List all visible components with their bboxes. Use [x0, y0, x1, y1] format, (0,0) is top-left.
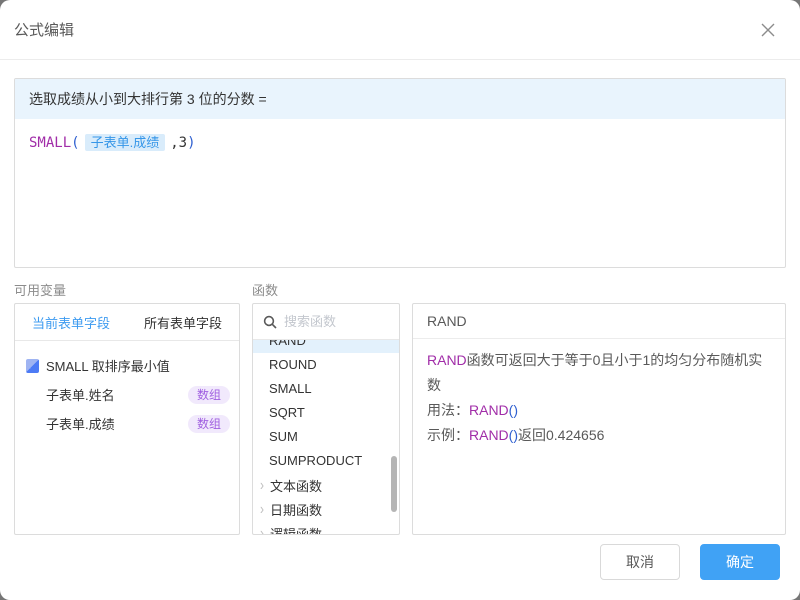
formula-argument: ,3 — [170, 135, 187, 151]
function-search-bar — [253, 304, 399, 340]
function-item[interactable]: SMALL — [253, 377, 399, 401]
search-icon — [263, 315, 277, 329]
function-item[interactable]: SQRT — [253, 401, 399, 425]
description-text: 函数可返回大于等于0且小于1的均匀分布随机实数 — [427, 352, 762, 393]
function-example: 示例：RAND()返回0.424656 — [427, 423, 771, 448]
function-group-text[interactable]: › 文本函数 — [253, 473, 399, 497]
usage-label: 用法： — [427, 402, 469, 418]
chevron-right-icon: › — [260, 524, 264, 534]
tab-current-form-fields[interactable]: 当前表单字段 — [15, 304, 127, 340]
function-detail-panel: RAND RAND函数可返回大于等于0且小于1的均匀分布随机实数 用法：RAND… — [412, 303, 786, 535]
function-group-label: 文本函数 — [270, 476, 322, 495]
form-field-icon — [26, 359, 39, 373]
example-label: 示例： — [427, 427, 469, 443]
function-list: RAND ROUND SMALL SQRT SUM SUMPRODUCT › 文… — [253, 340, 399, 534]
chevron-right-icon: › — [260, 476, 264, 494]
function-item[interactable]: ROUND — [253, 353, 399, 377]
usage-function-name: RAND — [469, 402, 509, 418]
variable-field-name: 子表单.姓名 — [46, 385, 115, 404]
variables-panel: 当前表单字段 所有表单字段 SMALL 取排序最小值 子表单.姓名 数组 子表单… — [14, 303, 240, 535]
dialog-header: 公式编辑 — [0, 0, 800, 60]
search-input[interactable] — [284, 314, 384, 329]
variables-section-label: 可用变量 — [14, 280, 66, 299]
scrollbar-thumb[interactable] — [391, 456, 397, 512]
description-function-name: RAND — [427, 352, 467, 368]
function-detail-body: RAND函数可返回大于等于0且小于1的均匀分布随机实数 用法：RAND() 示例… — [413, 339, 785, 457]
dialog-title: 公式编辑 — [14, 19, 74, 40]
formula-prompt: 选取成绩从小到大排行第 3 位的分数 = — [15, 79, 785, 119]
function-item-selected[interactable]: RAND — [253, 340, 399, 353]
example-function-name: RAND — [469, 427, 509, 443]
variable-group-row[interactable]: SMALL 取排序最小值 — [15, 351, 239, 380]
function-group-label: 逻辑函数 — [270, 524, 322, 535]
function-detail-title: RAND — [413, 304, 785, 339]
functions-section-label: 函数 — [252, 280, 278, 299]
function-item[interactable]: SUM — [253, 425, 399, 449]
formula-close-paren: ) — [187, 135, 195, 151]
formula-code-input[interactable]: SMALL( 子表单.成绩,3) — [15, 119, 785, 164]
formula-function-name: SMALL — [29, 135, 71, 151]
function-group-logic[interactable]: › 逻辑函数 — [253, 521, 399, 534]
variable-group-label: SMALL 取排序最小值 — [46, 356, 170, 375]
array-type-badge: 数组 — [188, 415, 230, 433]
confirm-button[interactable]: 确定 — [700, 544, 780, 580]
function-description: RAND函数可返回大于等于0且小于1的均匀分布随机实数 — [427, 348, 771, 398]
function-group-label: 日期函数 — [270, 500, 322, 519]
close-icon[interactable] — [758, 20, 778, 40]
tab-all-form-fields[interactable]: 所有表单字段 — [127, 304, 239, 340]
variables-list: SMALL 取排序最小值 子表单.姓名 数组 子表单.成绩 数组 — [15, 341, 239, 438]
functions-panel: RAND ROUND SMALL SQRT SUM SUMPRODUCT › 文… — [252, 303, 400, 535]
example-result: 返回0.424656 — [518, 427, 604, 443]
function-usage: 用法：RAND() — [427, 398, 771, 423]
formula-edit-dialog: 公式编辑 选取成绩从小到大排行第 3 位的分数 = SMALL(子表单.成绩,3… — [0, 0, 800, 600]
formula-field-token[interactable]: 子表单.成绩 — [85, 134, 166, 151]
example-parens: () — [509, 427, 518, 443]
formula-editor: 选取成绩从小到大排行第 3 位的分数 = SMALL( 子表单.成绩,3) — [14, 78, 786, 268]
variable-field-row[interactable]: 子表单.姓名 数组 — [15, 380, 239, 409]
array-type-badge: 数组 — [188, 386, 230, 404]
usage-parens: () — [509, 402, 518, 418]
variables-tabs: 当前表单字段 所有表单字段 — [15, 304, 239, 341]
function-group-date[interactable]: › 日期函数 — [253, 497, 399, 521]
variable-field-name: 子表单.成绩 — [46, 414, 115, 433]
cancel-button[interactable]: 取消 — [600, 544, 680, 580]
function-item[interactable]: SUMPRODUCT — [253, 449, 399, 473]
formula-open-paren: ( — [71, 135, 79, 151]
variable-field-row[interactable]: 子表单.成绩 数组 — [15, 409, 239, 438]
chevron-right-icon: › — [260, 500, 264, 518]
